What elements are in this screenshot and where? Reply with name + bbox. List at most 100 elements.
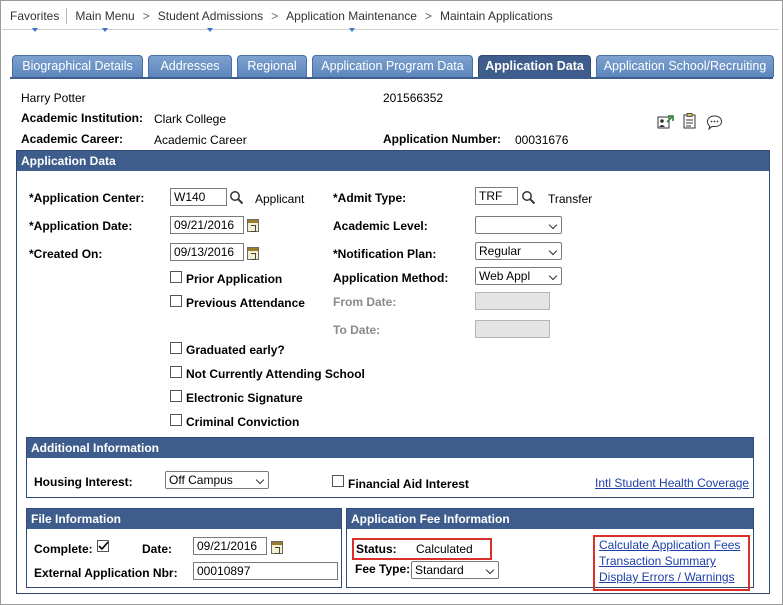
- tab-application-data[interactable]: Application Data: [478, 55, 591, 77]
- external-application-input[interactable]: 00010897: [193, 562, 338, 580]
- chevron-right-icon: >: [424, 9, 432, 23]
- not-attending-label: Not Currently Attending School: [186, 367, 365, 381]
- calculate-application-fees-link[interactable]: Calculate Application Fees: [599, 538, 740, 552]
- transaction-summary-link[interactable]: Transaction Summary: [599, 554, 716, 568]
- housing-interest-select[interactable]: Off Campus: [165, 471, 269, 489]
- tab-application-program-data[interactable]: Application Program Data: [312, 55, 473, 77]
- criminal-conviction-checkbox[interactable]: [170, 414, 182, 426]
- from-date-label: From Date:: [333, 295, 397, 309]
- chevron-down-icon: [255, 475, 265, 485]
- prior-application-checkbox[interactable]: [170, 271, 182, 283]
- breadcrumb-main-menu[interactable]: Main Menu: [75, 9, 135, 32]
- select-value: Standard: [415, 563, 464, 577]
- breadcrumb-divider: [66, 8, 68, 24]
- file-date-input[interactable]: 09/21/2016: [193, 537, 267, 555]
- application-date-label: *Application Date:: [29, 219, 133, 233]
- dropdown-arrow-icon: [31, 28, 38, 32]
- institution-value: Clark College: [154, 112, 227, 126]
- status-label: Status:: [356, 542, 397, 556]
- chevron-right-icon: >: [142, 9, 150, 23]
- from-date-input: [475, 292, 550, 310]
- electronic-signature-label: Electronic Signature: [186, 391, 303, 405]
- career-value: Academic Career: [154, 133, 247, 147]
- breadcrumb-label: Favorites: [10, 9, 60, 23]
- application-date-input[interactable]: 09/21/2016: [170, 216, 244, 234]
- complete-checkbox[interactable]: [97, 540, 109, 552]
- related-actions-icon[interactable]: [657, 114, 675, 130]
- intl-student-health-link[interactable]: Intl Student Health Coverage: [595, 476, 749, 490]
- housing-interest-label: Housing Interest:: [34, 475, 133, 489]
- comments-icon[interactable]: [706, 114, 723, 130]
- breadcrumb-application-maintenance[interactable]: Application Maintenance: [286, 9, 417, 32]
- graduated-early-checkbox[interactable]: [170, 342, 182, 354]
- application-center-description: Applicant: [255, 192, 305, 206]
- tab-bar: Biographical Details Addresses Regional …: [12, 55, 774, 77]
- admit-type-description: Transfer: [548, 192, 593, 206]
- career-label: Academic Career:: [21, 132, 124, 146]
- created-on-label: *Created On:: [29, 247, 103, 261]
- dropdown-arrow-icon: [102, 28, 109, 32]
- select-value: Regular: [479, 244, 522, 258]
- to-date-input: [475, 320, 550, 338]
- chevron-down-icon: [485, 565, 495, 575]
- financial-aid-label: Financial Aid Interest: [348, 477, 469, 491]
- chevron-right-icon: >: [271, 9, 279, 23]
- financial-aid-checkbox[interactable]: [332, 475, 344, 487]
- notes-icon[interactable]: [683, 113, 697, 129]
- external-application-label: External Application Nbr:: [34, 566, 178, 580]
- notification-plan-label: *Notification Plan:: [333, 247, 437, 261]
- not-attending-checkbox[interactable]: [170, 366, 182, 378]
- complete-label: Complete:: [34, 542, 93, 556]
- tab-application-school-recruiting[interactable]: Application School/Recruiting: [596, 55, 774, 77]
- breadcrumb-label: Main Menu: [75, 9, 135, 23]
- breadcrumb: Favorites Main Menu > Student Admissions…: [2, 3, 779, 32]
- electronic-signature-checkbox[interactable]: [170, 390, 182, 402]
- dropdown-arrow-icon: [348, 28, 355, 32]
- fee-type-select[interactable]: Standard: [411, 561, 499, 579]
- file-date-label: Date:: [142, 542, 173, 556]
- calendar-icon[interactable]: [271, 541, 283, 554]
- dropdown-arrow-icon: [207, 28, 214, 32]
- tab-regional[interactable]: Regional: [237, 55, 307, 77]
- breadcrumb-favorites[interactable]: Favorites: [10, 9, 60, 32]
- prior-application-label: Prior Application: [186, 272, 283, 286]
- section-header: File Information: [27, 509, 341, 529]
- tab-underline: [10, 77, 773, 79]
- graduated-early-label: Graduated early?: [186, 343, 285, 357]
- breadcrumb-label: Maintain Applications: [439, 9, 553, 23]
- application-method-label: Application Method:: [333, 271, 449, 285]
- tab-biographical-details[interactable]: Biographical Details: [12, 55, 143, 77]
- chevron-down-icon: [548, 220, 558, 230]
- created-on-input[interactable]: 09/13/2016: [170, 243, 244, 261]
- breadcrumb-student-admissions[interactable]: Student Admissions: [157, 9, 264, 32]
- admit-type-label: *Admit Type:: [333, 191, 407, 205]
- institution-label: Academic Institution:: [21, 111, 144, 125]
- calendar-icon[interactable]: [247, 219, 259, 232]
- breadcrumb-label: Student Admissions: [157, 9, 264, 23]
- chevron-down-icon: [548, 271, 558, 281]
- student-id: 201566352: [383, 91, 444, 105]
- display-errors-warnings-link[interactable]: Display Errors / Warnings: [599, 570, 735, 584]
- breadcrumb-maintain-applications[interactable]: Maintain Applications: [440, 9, 553, 23]
- previous-attendance-checkbox[interactable]: [170, 295, 182, 307]
- chevron-down-icon: [548, 246, 558, 256]
- application-method-select[interactable]: Web Appl: [475, 267, 562, 285]
- notification-plan-select[interactable]: Regular: [475, 242, 562, 260]
- student-name: Harry Potter: [21, 91, 86, 105]
- section-header: Application Data: [17, 151, 769, 171]
- application-center-input[interactable]: W140: [170, 188, 227, 206]
- criminal-conviction-label: Criminal Conviction: [186, 415, 300, 429]
- status-value: Calculated: [416, 542, 473, 556]
- admit-type-input[interactable]: TRF: [475, 187, 518, 205]
- search-icon[interactable]: [521, 190, 536, 205]
- calendar-icon[interactable]: [247, 247, 259, 260]
- tab-addresses[interactable]: Addresses: [148, 55, 232, 77]
- application-number-label: Application Number:: [383, 132, 502, 146]
- checkmark-icon: [98, 541, 109, 551]
- academic-level-select[interactable]: [475, 216, 562, 234]
- search-icon[interactable]: [229, 190, 244, 205]
- fee-type-label: Fee Type:: [355, 562, 411, 576]
- select-value: Off Campus: [169, 473, 233, 487]
- section-header: Application Fee Information: [347, 509, 753, 529]
- previous-attendance-label: Previous Attendance: [186, 296, 305, 310]
